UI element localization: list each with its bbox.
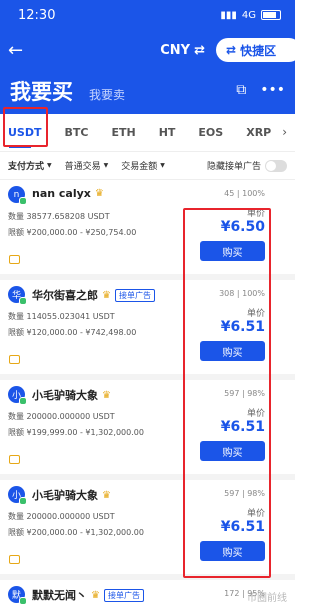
- verified-badge-icon: ♛: [102, 489, 111, 501]
- limit: 限额 ¥200,000.00 - ¥250,754.00: [8, 228, 137, 237]
- triangle-down-icon: ▼: [47, 162, 52, 169]
- avatar: 默: [8, 586, 27, 605]
- verified-badge-icon: ♛: [102, 389, 111, 401]
- coin-tab-ht[interactable]: HT: [159, 126, 176, 139]
- coin-tab-eos[interactable]: EOS: [198, 126, 223, 139]
- coin-tab-eth[interactable]: ETH: [111, 126, 135, 139]
- merchant-name: 小毛驴骑大象: [32, 389, 98, 402]
- quantity: 数量 200000.000000 USDT: [8, 412, 115, 421]
- merchant-name: 默默无闻丶: [32, 589, 87, 602]
- merchant-name-row[interactable]: 华尔街喜之郎 ♛ 接单广告: [32, 287, 155, 303]
- watermark: 币圈前线: [247, 593, 287, 604]
- merchant-name: 小毛驴骑大象: [32, 489, 98, 502]
- tab-sell[interactable]: 我要卖: [89, 86, 125, 103]
- signal-icon: ▮▮▮: [220, 9, 237, 21]
- limit: 限额 ¥200,000.00 - ¥1,302,000.00: [8, 528, 144, 537]
- status-time: 12:30: [18, 7, 56, 23]
- battery-icon: [261, 10, 281, 20]
- order-list-icon[interactable]: ⧉: [236, 82, 246, 98]
- quantity: 数量 200000.000000 USDT: [8, 512, 115, 521]
- back-arrow-icon[interactable]: ←: [8, 40, 30, 61]
- title-actions: ⧉ •••: [236, 82, 285, 98]
- filter-trade-label: 普通交易: [64, 162, 101, 172]
- bank-card-icon: [9, 355, 20, 364]
- filter-payment-label: 支付方式: [8, 162, 45, 172]
- hide-maker-toggle[interactable]: [265, 159, 287, 172]
- swap-icon: ⇄: [226, 43, 237, 57]
- avatar: 小: [8, 486, 27, 505]
- title-row: 我要买 我要卖 ⧉ •••: [0, 70, 295, 106]
- filter-trade-type[interactable]: 普通交易 ▼: [65, 159, 109, 172]
- highlight-box-usdt: [3, 107, 48, 147]
- avatar: 华: [8, 286, 27, 305]
- merchant-stats: 45 | 100%: [224, 189, 265, 198]
- hide-maker-ads: 隐藏接单广告: [207, 159, 287, 172]
- chevron-right-icon[interactable]: ›: [282, 125, 287, 139]
- bank-card-icon: [9, 555, 20, 564]
- network-label: 4G: [241, 9, 256, 21]
- merchant-name-row[interactable]: 小毛驴骑大象 ♛: [32, 387, 111, 403]
- maker-ad-tag: 接单广告: [114, 288, 155, 302]
- quick-zone-button[interactable]: ⇄ 快捷区: [216, 38, 301, 62]
- highlight-box-buy-column: [183, 208, 271, 578]
- status-bar: 12:30 ▮▮▮ 4G: [0, 0, 295, 30]
- merchant-name-row[interactable]: 默默无闻丶 ♛ 接单广告: [32, 587, 144, 603]
- triangle-down-icon: ▼: [160, 162, 165, 169]
- triangle-down-icon: ▼: [103, 162, 109, 169]
- filter-bar: 支付方式 ▼ 普通交易 ▼ 交易金额 ▼ 隐藏接单广告: [0, 152, 295, 180]
- avatar: 小: [8, 386, 27, 405]
- bank-card-icon: [9, 255, 20, 264]
- filter-payment[interactable]: 支付方式 ▼: [8, 159, 52, 172]
- status-icons: ▮▮▮ 4G: [220, 10, 281, 21]
- verified-badge-icon: ♛: [94, 188, 104, 199]
- header: 12:30 ▮▮▮ 4G ← CNY ⇄ ⇄ 快捷区 我要买 我要卖 ⧉ •••: [0, 0, 301, 114]
- merchant-name: 华尔街喜之郎: [32, 289, 98, 302]
- avatar: n: [8, 186, 27, 205]
- merchant-name-row[interactable]: nan calyx ♛: [32, 187, 104, 200]
- bank-card-icon: [9, 455, 20, 464]
- hide-maker-label: 隐藏接单广告: [206, 162, 261, 172]
- maker-ad-tag: 接单广告: [103, 588, 144, 602]
- more-icon[interactable]: •••: [260, 82, 285, 98]
- coin-tab-xrp[interactable]: XRP: [246, 126, 271, 139]
- filter-amount[interactable]: 交易金额 ▼: [121, 159, 165, 172]
- quick-zone-label: 快捷区: [240, 43, 277, 58]
- swap-icon: ⇄: [194, 42, 205, 58]
- verified-badge-icon: ♛: [91, 589, 100, 601]
- limit: 限额 ¥120,000.00 - ¥742,498.00: [8, 328, 137, 337]
- merchant-name-row[interactable]: 小毛驴骑大象 ♛: [32, 487, 111, 503]
- quantity: 数量 38577.658208 USDT: [8, 212, 110, 221]
- currency-label: CNY: [160, 42, 191, 58]
- currency-switch[interactable]: CNY ⇄: [160, 43, 205, 58]
- verified-badge-icon: ♛: [102, 289, 111, 301]
- merchant-name: nan calyx: [32, 187, 91, 200]
- coin-tab-btc[interactable]: BTC: [65, 126, 89, 139]
- limit: 限额 ¥199,999.00 - ¥1,302,000.00: [8, 428, 144, 437]
- quantity: 数量 114055.023041 USDT: [8, 312, 115, 321]
- filter-amount-label: 交易金额: [121, 162, 158, 172]
- top-nav: ← CNY ⇄ ⇄ 快捷区: [0, 30, 301, 70]
- tab-buy[interactable]: 我要买: [10, 76, 73, 106]
